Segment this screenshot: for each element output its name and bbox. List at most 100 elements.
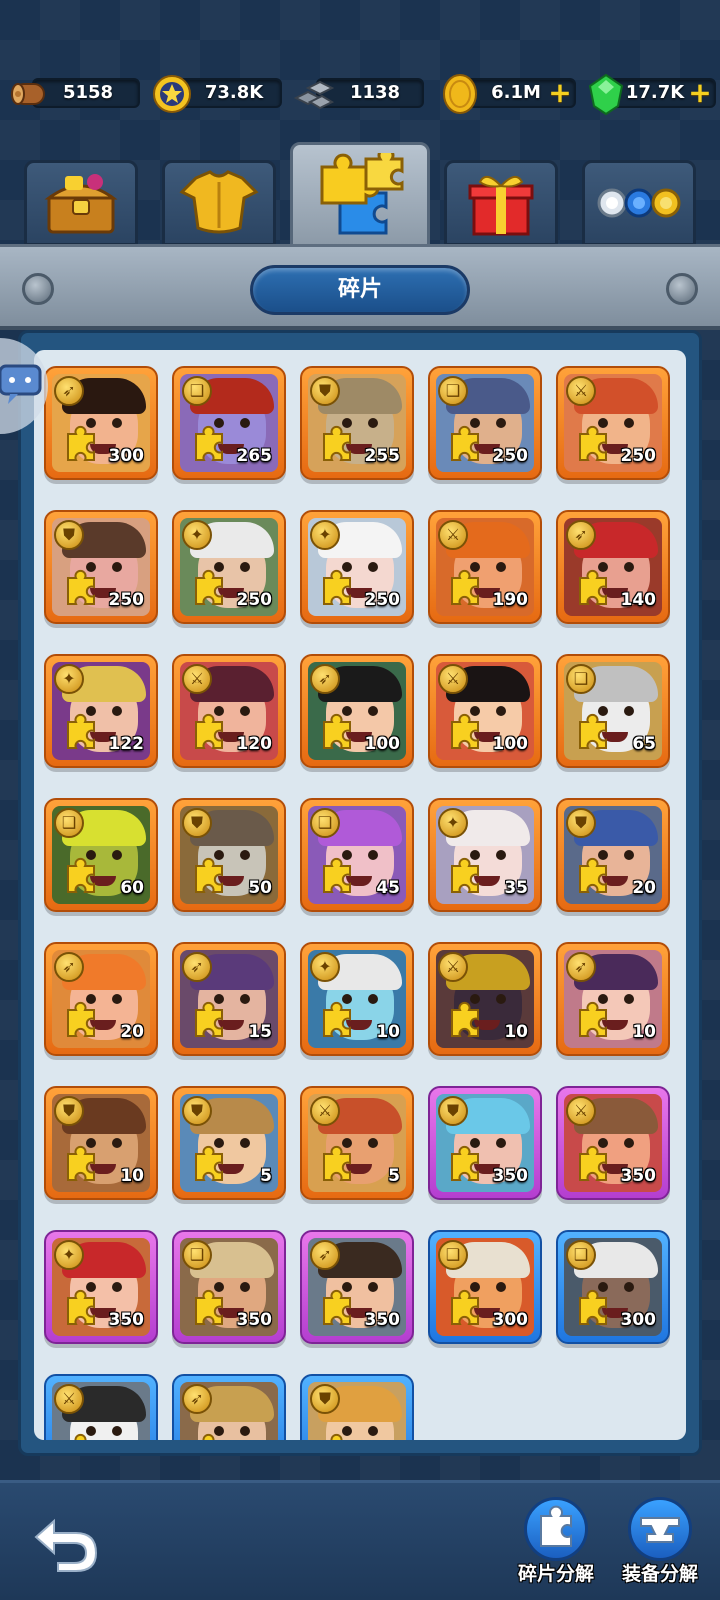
equip-decompose-button[interactable]: 装备分解	[620, 1497, 700, 1585]
hero-portrait: ➶ 20	[52, 950, 150, 1048]
hero-portrait: ➶ 350	[308, 1238, 406, 1336]
fragment-card[interactable]: ⚔ 100	[428, 654, 542, 768]
fragment-count: 20	[632, 878, 656, 898]
hero-eye	[496, 850, 506, 860]
back-arrow-icon	[34, 1518, 98, 1572]
fragment-card[interactable]: ➶	[172, 1374, 286, 1440]
hero-eye	[624, 706, 634, 716]
fragment-card[interactable]: ⛊ 350	[428, 1086, 542, 1200]
sword-role-icon: ⚔	[438, 520, 468, 550]
fragment-card[interactable]: ❑ 60	[44, 798, 158, 912]
hero-eye	[112, 994, 122, 1004]
shield-role-icon: ⛊	[438, 1096, 468, 1126]
fragment-count: 5	[260, 1166, 272, 1186]
fragment-card[interactable]: ✦ 250	[300, 510, 414, 624]
hero-portrait: ⛊ 5	[180, 1094, 278, 1192]
fragment-card[interactable]: ❑ 350	[172, 1230, 286, 1344]
fragment-card[interactable]: ➶ 140	[556, 510, 670, 624]
fragment-card[interactable]: ⛊ 50	[172, 798, 286, 912]
puzzle-piece-icon	[323, 425, 351, 461]
tab-equipment[interactable]	[162, 160, 276, 246]
tab-fragments[interactable]	[290, 142, 430, 248]
shield-role-icon: ⛊	[566, 808, 596, 838]
hero-portrait: ➶	[180, 1382, 278, 1440]
fragment-card[interactable]: ❑ 65	[556, 654, 670, 768]
fragment-card[interactable]: ⛊ 5	[172, 1086, 286, 1200]
fragment-card[interactable]: ⚔ 190	[428, 510, 542, 624]
fragment-card[interactable]: ➶ 300	[44, 366, 158, 480]
tab-orbs[interactable]	[582, 160, 696, 246]
fragment-card[interactable]: ⛊ 10	[44, 1086, 158, 1200]
sword-role-icon: ⚔	[54, 1384, 84, 1414]
hero-eye	[112, 1282, 122, 1292]
shield-role-icon: ⛊	[54, 1096, 84, 1126]
book-role-icon: ❑	[182, 376, 212, 406]
hero-portrait: ⚔ 250	[564, 374, 662, 472]
fragment-card[interactable]: ⛊	[300, 1374, 414, 1440]
fragment-card[interactable]: ❑ 250	[428, 366, 542, 480]
hero-eye	[240, 562, 250, 572]
fragment-card[interactable]: ➶ 350	[300, 1230, 414, 1344]
fragment-card[interactable]: ⚔ 5	[300, 1086, 414, 1200]
hero-portrait: ⚔ 10	[436, 950, 534, 1048]
fragment-card[interactable]: ✦ 35	[428, 798, 542, 912]
puzzle-piece-icon	[451, 1145, 479, 1181]
fragment-card[interactable]: ⚔ 120	[172, 654, 286, 768]
add-gems-button[interactable]: +	[688, 79, 712, 107]
fragment-card[interactable]: ✦ 10	[300, 942, 414, 1056]
fragment-count: 300	[620, 1310, 657, 1330]
equip-decompose-circle	[628, 1497, 692, 1561]
hero-portrait: ⛊	[308, 1382, 406, 1440]
staff-role-icon: ✦	[310, 520, 340, 550]
fragment-card[interactable]: ✦ 122	[44, 654, 158, 768]
shield-role-icon: ⛊	[310, 376, 340, 406]
page-title: 碎片	[250, 265, 470, 315]
fragment-card[interactable]: ❑ 45	[300, 798, 414, 912]
bow-role-icon: ➶	[310, 1240, 340, 1270]
fragment-count: 350	[364, 1310, 401, 1330]
hero-eye	[496, 994, 506, 1004]
fragment-count: 300	[492, 1310, 529, 1330]
hero-portrait: ➶ 10	[564, 950, 662, 1048]
shard-decompose-button[interactable]: 碎片分解	[516, 1497, 596, 1585]
puzzle-pieces-icon	[320, 153, 404, 235]
back-button[interactable]	[28, 1507, 104, 1577]
fragment-card[interactable]: ⚔ 10	[428, 942, 542, 1056]
hero-eye	[240, 1426, 250, 1436]
hero-eye	[240, 850, 250, 860]
add-gold-button[interactable]: +	[548, 79, 572, 107]
hero-eye	[624, 850, 634, 860]
fragment-card[interactable]: ➶ 10	[556, 942, 670, 1056]
hero-eye	[112, 1138, 122, 1148]
fragment-card[interactable]: ⛊ 255	[300, 366, 414, 480]
puzzle-piece-icon	[579, 713, 607, 749]
puzzle-piece-icon	[67, 857, 95, 893]
fragment-card[interactable]: ⛊ 250	[44, 510, 158, 624]
fragment-card[interactable]: ✦ 350	[44, 1230, 158, 1344]
fragment-card[interactable]: ⚔	[44, 1374, 158, 1440]
tab-chest[interactable]	[24, 160, 138, 246]
puzzle-piece-icon	[451, 1001, 479, 1037]
tab-gifts[interactable]	[444, 160, 558, 246]
resource-bar: 5158 73.8K 1138 6.1M + 17.7K +	[0, 72, 720, 116]
fragment-card[interactable]: ➶ 20	[44, 942, 158, 1056]
bolt-icon	[666, 273, 698, 305]
iron-resource: 1138	[292, 72, 426, 116]
puzzle-piece-icon	[67, 569, 95, 605]
fragment-card[interactable]: ➶ 100	[300, 654, 414, 768]
fragment-card[interactable]: ✦ 250	[172, 510, 286, 624]
puzzle-piece-icon	[67, 1289, 95, 1325]
fragment-card[interactable]: ❑ 300	[556, 1230, 670, 1344]
fragment-count: 10	[504, 1022, 528, 1042]
fragment-card[interactable]: ➶ 15	[172, 942, 286, 1056]
book-role-icon: ❑	[566, 664, 596, 694]
fragment-count: 122	[108, 734, 145, 754]
fragment-card[interactable]: ⚔ 250	[556, 366, 670, 480]
fragment-card[interactable]: ⛊ 20	[556, 798, 670, 912]
fragment-count: 350	[236, 1310, 273, 1330]
puzzle-piece-icon	[451, 425, 479, 461]
fragment-card[interactable]: ❑ 300	[428, 1230, 542, 1344]
fragment-card[interactable]: ❑ 265	[172, 366, 286, 480]
fragment-card[interactable]: ⚔ 350	[556, 1086, 670, 1200]
hero-eye	[112, 418, 122, 428]
